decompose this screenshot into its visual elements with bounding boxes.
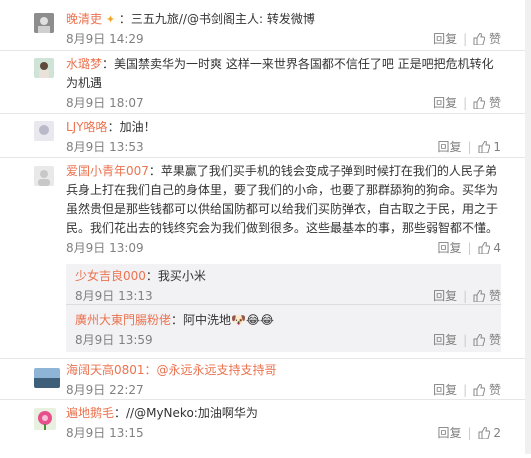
like-count[interactable]: 4 [493,241,501,255]
reply-button[interactable]: 回复 [433,289,457,303]
reply-button[interactable]: 回复 [437,140,461,154]
like-button[interactable]: 赞 [489,289,501,303]
reply-button[interactable]: 回复 [437,241,461,255]
sub-reply-text: ：我买小米 [145,269,206,283]
avatar-default-icon [34,166,54,186]
like-count[interactable]: 1 [493,140,501,154]
avatar[interactable] [34,121,54,141]
sub-reply-time: 8月9日 13:13 [75,289,153,303]
reply-button[interactable]: 回复 [437,426,461,440]
like-button[interactable]: 赞 [489,32,501,46]
comment-username[interactable]: 晚清吏 [66,12,102,26]
comment-username[interactable]: LJY咯咯 [66,120,108,134]
thumb-up-icon[interactable] [478,140,490,159]
avatar-portrait-icon [34,13,54,33]
thumb-up-icon[interactable] [473,96,486,115]
sub-reply-item: 廣州大東門腸粉佬：阿中洗地🐶😂😂 8月9日 13:59 回复 | 赞 [66,305,501,351]
comment-time: 8月9日 13:15 [66,426,144,440]
comment-text: ：加油！ [107,120,156,134]
avatar[interactable] [34,58,54,78]
comment-username[interactable]: 爱国小青年007 [66,164,149,178]
comment-item: 爱国小青年007：苹果赢了我们买手机的钱会变成子弹到时候打在我们的人民子弟兵身上… [0,158,531,359]
thumb-up-icon[interactable] [478,241,490,260]
avatar-portrait-icon [34,58,54,78]
like-button[interactable]: 赞 [489,333,501,347]
emoji-icon: 🐶😂😂 [231,313,275,327]
avatar-seascape-icon [34,368,60,388]
reply-button[interactable]: 回复 [433,333,457,347]
comment-time: 8月9日 14:29 [66,32,144,46]
reply-button[interactable]: 回复 [433,383,457,397]
sub-reply-item: 少女吉良000：我买小米 8月9日 13:13 回复 | 赞 [66,264,501,305]
comment-item: 遍地鹅毛：//@MyNeko:加油啊华为 8月9日 13:15 回复 | 2 [0,400,531,458]
sub-reply-username[interactable]: 廣州大東門腸粉佬 [75,313,171,327]
comment-text: ：//@MyNeko:加油啊华为 [114,406,258,420]
comment-text: ：三五九旅//@书剑阁主人: 转发微博 [118,12,315,26]
sub-reply-list: 少女吉良000：我买小米 8月9日 13:13 回复 | 赞 廣州大東門腸粉佬：阿… [66,264,501,352]
sub-reply-time: 8月9日 13:59 [75,333,153,347]
comment-text: ：@永远永远支持支持哥 [144,363,277,377]
avatar[interactable] [34,166,54,186]
comment-username[interactable]: 水璐梦 [66,57,102,71]
comment-item: LJY咯咯：加油！ 8月9日 13:53 回复 | 1 [0,114,531,158]
thumb-up-icon[interactable] [478,426,490,445]
thumb-up-icon[interactable] [473,32,486,51]
avatar-flower-icon [34,408,56,430]
comment-time: 8月9日 13:09 [66,241,144,255]
comment-time: 8月9日 13:53 [66,140,144,154]
like-button[interactable]: 赞 [489,96,501,110]
vip-badge-icon: ✦ [105,13,116,26]
comment-time: 8月9日 22:27 [66,383,144,397]
comment-text: ：美国禁卖华为一时爽 这样一来世界各国都不信任了吧 正是吧把危机转化为机遇 [66,57,494,90]
comment-item: 海阔天高0801：@永远永远支持支持哥 8月9日 22:27 回复 | 赞 [0,359,531,400]
sub-reply-text: ：阿中洗地 [171,313,232,327]
comment-time: 8月9日 18:07 [66,96,144,110]
comment-list: 晚清吏 ✦ ：三五九旅//@书剑阁主人: 转发微博 8月9日 14:29 回复 |… [0,0,531,458]
thumb-up-icon[interactable] [473,333,486,352]
comment-item: 晚清吏 ✦ ：三五九旅//@书剑阁主人: 转发微博 8月9日 14:29 回复 |… [0,0,531,51]
avatar[interactable] [34,408,56,430]
comment-item: 水璐梦：美国禁卖华为一时爽 这样一来世界各国都不信任了吧 正是吧把危机转化为机遇… [0,51,531,114]
avatar-portrait-icon [34,121,54,141]
scrollbar[interactable] [525,0,531,454]
avatar[interactable] [34,13,54,33]
like-count[interactable]: 2 [493,426,501,440]
reply-button[interactable]: 回复 [433,32,457,46]
like-button[interactable]: 赞 [489,383,501,397]
sub-reply-username[interactable]: 少女吉良000 [75,269,146,283]
avatar[interactable] [34,368,60,388]
comment-username[interactable]: 遍地鹅毛 [66,406,114,420]
comment-username[interactable]: 海阔天高0801 [66,363,145,377]
reply-button[interactable]: 回复 [433,96,457,110]
